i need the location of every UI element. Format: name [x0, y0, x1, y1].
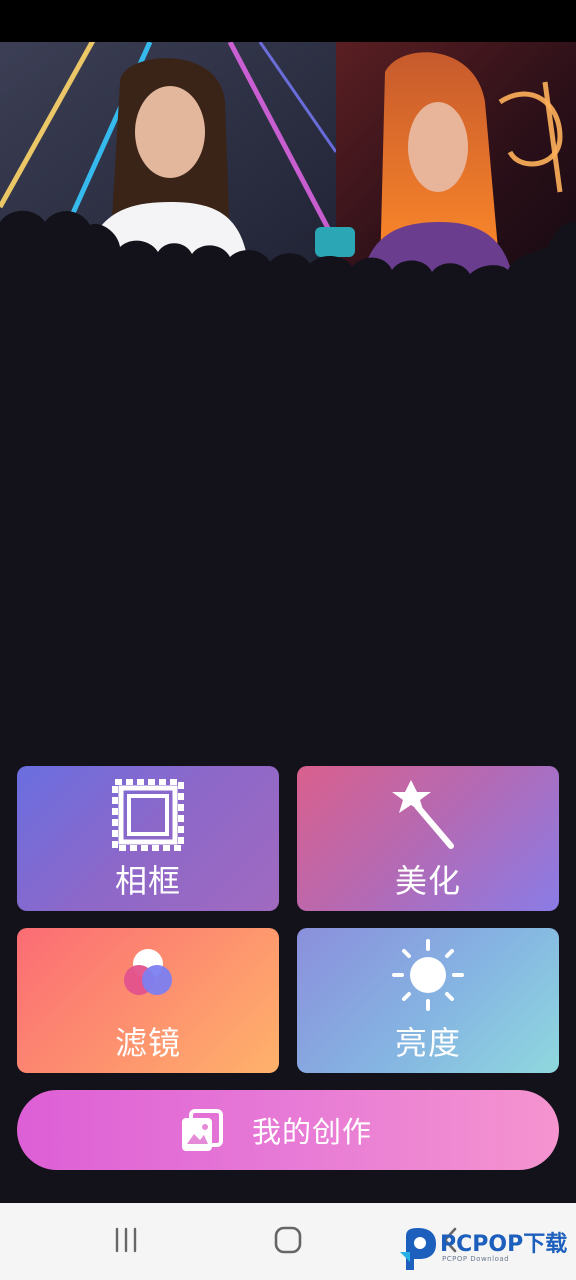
- status-bar: [0, 0, 576, 42]
- watermark-brand: PCPOP下载: [440, 1232, 568, 1257]
- hero-illustration: [0, 42, 576, 292]
- brightness-tile[interactable]: 亮度: [297, 928, 559, 1073]
- magic-wand-icon: [389, 776, 467, 858]
- frame-tile-label: 相框: [114, 862, 181, 900]
- sun-icon: [389, 938, 467, 1020]
- my-creations-label: 我的创作: [251, 1115, 372, 1149]
- left-person-face: [135, 86, 205, 178]
- pcpop-watermark: PCPOP下载 PCPOP Download: [398, 1224, 576, 1274]
- home-icon: [274, 1226, 302, 1258]
- recents-button[interactable]: [96, 1203, 156, 1280]
- home-button[interactable]: [258, 1203, 318, 1280]
- filter-tile-label: 滤镜: [114, 1024, 181, 1062]
- frame-tile[interactable]: 相框: [17, 766, 279, 911]
- gallery-icon: [179, 1108, 225, 1158]
- brightness-tile-label: 亮度: [394, 1024, 461, 1062]
- filter-tile[interactable]: 滤镜: [17, 928, 279, 1073]
- beauty-tile[interactable]: 美化: [297, 766, 559, 911]
- phone-object: [315, 227, 355, 257]
- filter-circles-icon: [109, 938, 187, 1020]
- stamp-frame-icon: [109, 776, 187, 858]
- recents-icon: [113, 1227, 139, 1257]
- pcpop-logo-icon: [400, 1226, 438, 1276]
- right-person-face: [408, 102, 468, 192]
- my-creations-button[interactable]: 我的创作: [17, 1090, 559, 1170]
- beauty-tile-label: 美化: [394, 862, 461, 900]
- watermark-sub: PCPOP Download: [442, 1255, 510, 1263]
- hero-banner: [0, 42, 576, 292]
